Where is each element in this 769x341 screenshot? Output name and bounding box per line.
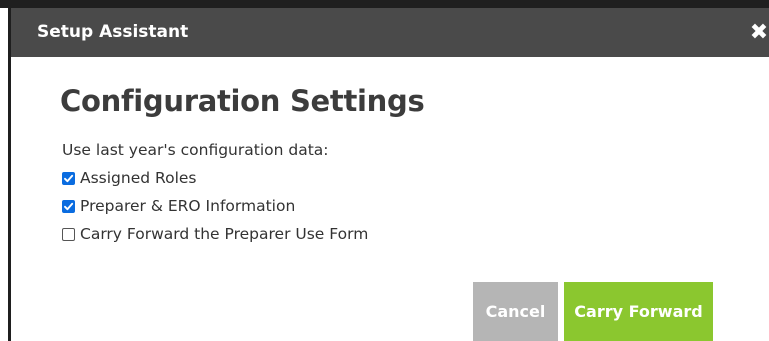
checkbox-unchecked-icon[interactable]: [62, 227, 75, 241]
cancel-button[interactable]: Cancel: [473, 282, 558, 341]
option-assigned-roles[interactable]: Assigned Roles: [62, 168, 197, 188]
checkbox-checked-icon[interactable]: [62, 171, 75, 185]
dialog-titlebar: Setup Assistant ✖: [11, 8, 769, 57]
intro-text: Use last year's configuration data:: [62, 141, 329, 159]
setup-assistant-dialog: Setup Assistant ✖ Configuration Settings…: [0, 0, 769, 341]
option-label: Assigned Roles: [80, 169, 197, 187]
option-label: Preparer & ERO Information: [80, 197, 296, 215]
window-left-gap: [0, 8, 8, 341]
option-carry-forward-preparer-use-form[interactable]: Carry Forward the Preparer Use Form: [62, 224, 368, 244]
checkbox-checked-icon[interactable]: [62, 199, 75, 213]
page-title: Configuration Settings: [60, 84, 425, 118]
option-preparer-ero-information[interactable]: Preparer & ERO Information: [62, 196, 295, 216]
carry-forward-button[interactable]: Carry Forward: [564, 282, 713, 341]
dialog-title: Setup Assistant: [37, 22, 189, 42]
close-icon[interactable]: ✖: [749, 22, 769, 44]
window-top-border: [0, 0, 769, 8]
option-label: Carry Forward the Preparer Use Form: [80, 225, 369, 243]
